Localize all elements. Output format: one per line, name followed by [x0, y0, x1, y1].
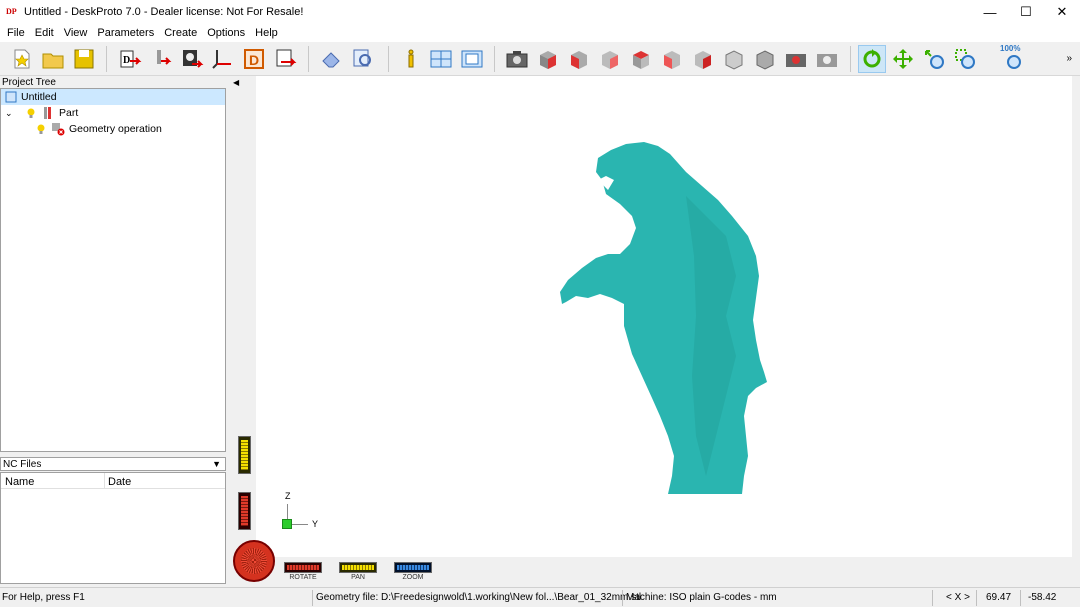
part-icon — [44, 107, 51, 119]
lightbulb-icon[interactable] — [35, 123, 47, 135]
menu-view[interactable]: View — [59, 24, 93, 42]
axis-toggle-button[interactable]: < X > — [946, 591, 970, 605]
axis-z-line — [287, 504, 288, 520]
view-bottom-icon[interactable] — [720, 45, 748, 73]
axis-y-line — [292, 524, 308, 525]
column-name[interactable]: Name — [5, 476, 34, 488]
nc-files-column-header: Name Date — [1, 473, 225, 489]
menu-help[interactable]: Help — [250, 24, 283, 42]
pan-view-icon[interactable] — [889, 45, 917, 73]
view-back-icon[interactable] — [658, 45, 686, 73]
preview-icon[interactable] — [349, 45, 377, 73]
chevron-down-icon[interactable]: ⌄ — [5, 108, 17, 119]
view-top-icon[interactable] — [627, 45, 655, 73]
info-icon[interactable] — [397, 45, 425, 73]
lightbulb-icon[interactable] — [25, 107, 37, 119]
single-view-icon[interactable] — [458, 45, 486, 73]
view-side-icon[interactable] — [751, 45, 779, 73]
status-coord-x: 69.47 — [986, 592, 1012, 603]
bitmap-wizard-icon[interactable] — [178, 45, 206, 73]
save-icon[interactable] — [70, 45, 98, 73]
tree-label-geometry-operation: Geometry operation — [69, 123, 162, 135]
view-front-icon[interactable] — [565, 45, 593, 73]
toolbar: D D 100% » — [0, 42, 1080, 76]
nc-files-header[interactable]: NC Files ▼ — [0, 457, 226, 471]
vertical-pan-slider[interactable] — [238, 436, 251, 474]
menu-parameters[interactable]: Parameters — [92, 24, 159, 42]
pan-label: PAN — [351, 574, 365, 581]
tree-label-untitled: Untitled — [21, 91, 57, 103]
view-iso-icon[interactable] — [534, 45, 562, 73]
window-title: Untitled - DeskProto 7.0 - Dealer licens… — [24, 6, 304, 18]
import-geometry-icon[interactable]: D — [116, 45, 144, 73]
pan-slider[interactable] — [339, 562, 377, 573]
menu-options[interactable]: Options — [202, 24, 250, 42]
axis-z-label: Z — [285, 491, 291, 501]
menu-edit[interactable]: Edit — [30, 24, 59, 42]
toolbar-overflow-icon[interactable]: » — [1066, 53, 1072, 64]
vertical-rotate-slider[interactable] — [238, 492, 251, 530]
zoom-window-icon[interactable] — [951, 45, 979, 73]
axis-x-marker — [282, 519, 292, 529]
app-icon: DP — [6, 7, 17, 16]
view-right-icon[interactable] — [596, 45, 624, 73]
nc-files-list[interactable]: Name Date — [0, 472, 226, 584]
3d-viewport[interactable]: Z Y — [256, 76, 1072, 557]
column-divider[interactable] — [104, 473, 105, 489]
deskproto-wizard-icon[interactable]: D — [240, 45, 268, 73]
rotate-view-icon[interactable] — [858, 45, 886, 73]
project-tree[interactable]: Untitled ⌄ Part Geometry operation — [0, 88, 226, 452]
tree-item-untitled[interactable]: Untitled — [1, 89, 225, 105]
tree-label-part: Part — [59, 107, 79, 119]
vector-wizard-icon[interactable] — [209, 45, 237, 73]
rotate-dial[interactable] — [233, 540, 275, 582]
open-folder-icon[interactable] — [39, 45, 67, 73]
svg-text:D: D — [249, 52, 259, 68]
menu-file[interactable]: File — [2, 24, 30, 42]
part-wizard-icon[interactable] — [147, 45, 175, 73]
new-project-icon[interactable] — [8, 45, 36, 73]
svg-text:D: D — [123, 55, 130, 66]
zoom-label: ZOOM — [402, 574, 424, 581]
project-icon — [5, 91, 17, 103]
operation-error-icon — [52, 123, 65, 136]
view-left-icon[interactable] — [689, 45, 717, 73]
menu-bar: File Edit View Parameters Create Options… — [0, 24, 1080, 42]
zoom-in-icon[interactable] — [920, 45, 948, 73]
export-icon[interactable] — [271, 45, 299, 73]
status-machine: Machine: ISO plain G-codes - mm — [626, 592, 777, 603]
minimize-button[interactable]: — — [972, 0, 1008, 24]
rotate-slider[interactable] — [284, 562, 322, 573]
tree-item-geometry-operation[interactable]: Geometry operation — [35, 121, 162, 137]
render-icon[interactable] — [813, 45, 841, 73]
status-help: For Help, press F1 — [2, 592, 85, 603]
eraser-icon[interactable] — [318, 45, 346, 73]
title-bar: DP Untitled - DeskProto 7.0 - Dealer lic… — [0, 0, 1080, 24]
bear-model — [560, 142, 767, 494]
collapse-arrow-icon[interactable]: ◀ — [233, 78, 239, 87]
status-geometry-file: Geometry file: D:\Freedesignwold\1.worki… — [316, 592, 642, 603]
tree-item-part[interactable]: ⌄ Part — [5, 105, 78, 121]
maximize-button[interactable]: ☐ — [1008, 0, 1044, 24]
column-date[interactable]: Date — [108, 476, 131, 488]
status-bar: For Help, press F1 Geometry file: D:\Fre… — [0, 587, 1080, 607]
zoom-100-label: 100% — [1000, 44, 1021, 53]
layout-icon[interactable] — [427, 45, 455, 73]
close-button[interactable]: ✕ — [1044, 0, 1080, 24]
zoom-slider[interactable] — [394, 562, 432, 573]
axis-y-label: Y — [312, 519, 319, 529]
snapshot-icon[interactable] — [782, 45, 810, 73]
menu-create[interactable]: Create — [159, 24, 202, 42]
status-coord-y: -58.42 — [1028, 592, 1057, 603]
rotate-label: ROTATE — [289, 574, 317, 581]
camera-icon[interactable] — [503, 45, 531, 73]
nc-files-title: NC Files — [3, 459, 42, 470]
dropdown-arrow-icon[interactable]: ▼ — [212, 458, 221, 471]
